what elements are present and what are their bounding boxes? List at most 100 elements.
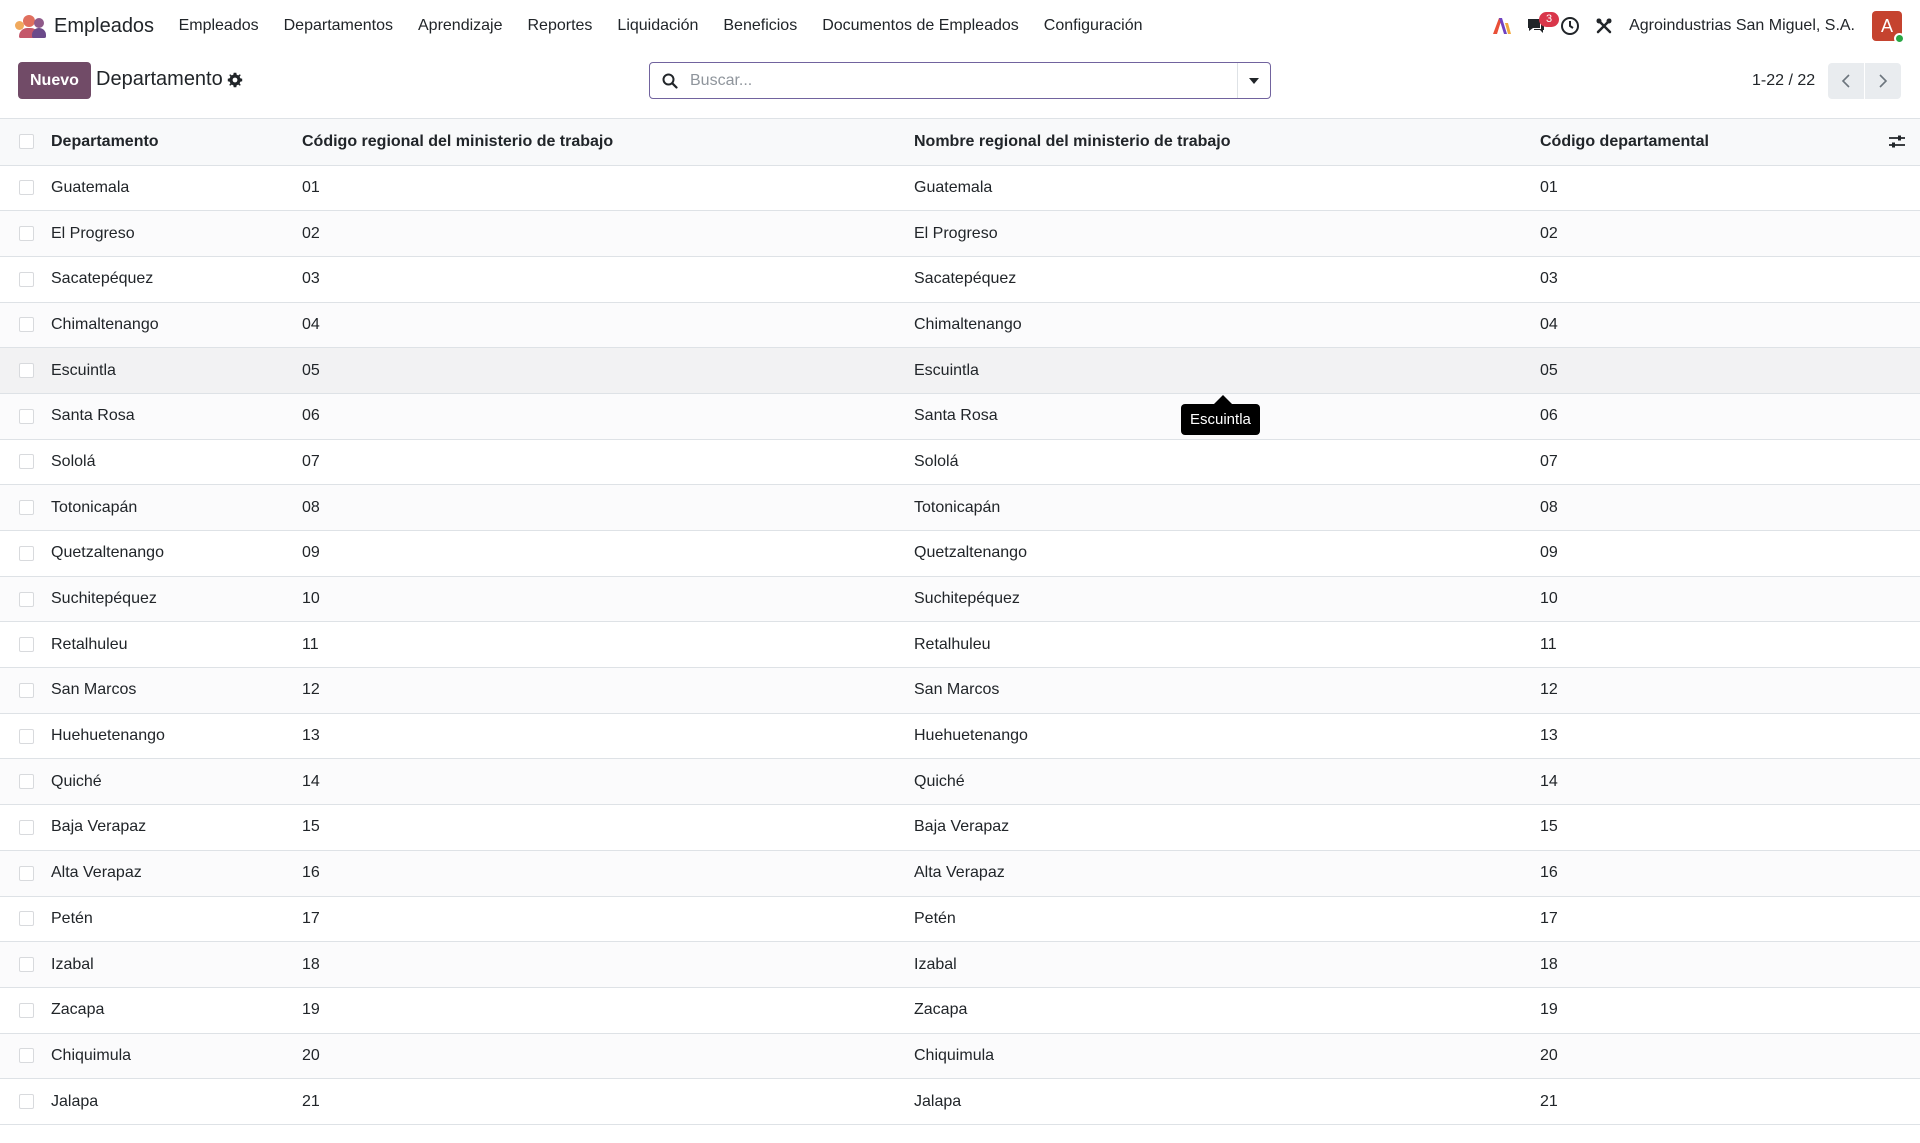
cell-nombre-regional[interactable]: Sololá xyxy=(914,439,1540,486)
table-row[interactable]: Suchitepéquez 10 Suchitepéquez 10 xyxy=(0,576,1920,623)
table-row[interactable]: El Progreso 02 El Progreso 02 xyxy=(0,210,1920,257)
cell-nombre-regional[interactable]: Baja Verapaz xyxy=(914,804,1540,851)
cell-nombre-regional[interactable]: Retalhuleu xyxy=(914,621,1540,669)
column-header-departamento[interactable]: Departamento xyxy=(51,119,302,166)
cell-nombre-regional[interactable]: Totonicapán xyxy=(914,484,1540,531)
cell-codigo-regional[interactable]: 10 xyxy=(302,576,914,623)
cell-departamento[interactable]: Huehuetenango xyxy=(51,713,302,760)
cell-departamento[interactable]: Baja Verapaz xyxy=(51,804,302,851)
cell-codigo-regional[interactable]: 16 xyxy=(302,850,914,897)
cell-codigo-regional[interactable]: 19 xyxy=(302,987,914,1034)
user-avatar[interactable]: A xyxy=(1872,11,1905,44)
cell-nombre-regional[interactable]: Quetzaltenango xyxy=(914,530,1540,577)
table-row[interactable]: Totonicapán 08 Totonicapán 08 xyxy=(0,484,1920,531)
table-row[interactable]: Quetzaltenango 09 Quetzaltenango 09 xyxy=(0,530,1920,577)
menu-item-documentos[interactable]: Documentos de Empleados xyxy=(810,0,1032,52)
cell-nombre-regional[interactable]: Sacatepéquez xyxy=(914,256,1540,303)
table-row[interactable]: Izabal 18 Izabal 18 xyxy=(0,941,1920,988)
cell-departamento[interactable]: Quiché xyxy=(51,758,302,806)
cell-codigo-regional[interactable]: 15 xyxy=(302,804,914,851)
cell-departamento[interactable]: Zacapa xyxy=(51,987,302,1034)
menu-item-reportes[interactable]: Reportes xyxy=(515,0,605,52)
cell-codigo-regional[interactable]: 01 xyxy=(302,165,914,212)
cell-codigo-departamental[interactable]: 15 xyxy=(1540,804,1874,851)
cell-codigo-regional[interactable]: 18 xyxy=(302,941,914,988)
row-checkbox[interactable] xyxy=(19,1094,34,1110)
cell-codigo-departamental[interactable]: 17 xyxy=(1540,896,1874,943)
cell-departamento[interactable]: Chiquimula xyxy=(51,1033,302,1080)
cell-departamento[interactable]: Guatemala xyxy=(51,165,302,212)
cell-nombre-regional[interactable]: Jalapa xyxy=(914,1078,1540,1125)
row-checkbox[interactable] xyxy=(19,682,34,698)
cell-codigo-departamental[interactable]: 06 xyxy=(1540,393,1874,440)
table-row[interactable]: Petén 17 Petén 17 xyxy=(0,896,1920,943)
cell-departamento[interactable]: Santa Rosa xyxy=(51,393,302,440)
row-checkbox[interactable] xyxy=(19,637,34,653)
row-checkbox[interactable] xyxy=(19,774,34,790)
cell-departamento[interactable]: Jalapa xyxy=(51,1078,302,1125)
cell-codigo-regional[interactable]: 08 xyxy=(302,484,914,531)
search-input[interactable] xyxy=(690,63,1237,98)
gear-icon[interactable] xyxy=(227,72,243,88)
cell-codigo-departamental[interactable]: 08 xyxy=(1540,484,1874,531)
row-checkbox[interactable] xyxy=(19,226,34,242)
cell-nombre-regional[interactable]: Chimaltenango xyxy=(914,302,1540,349)
cell-departamento[interactable]: San Marcos xyxy=(51,667,302,714)
row-checkbox[interactable] xyxy=(19,545,34,561)
table-row[interactable]: Baja Verapaz 15 Baja Verapaz 15 xyxy=(0,804,1920,851)
table-row[interactable]: Santa Rosa 06 Santa Rosa 06 xyxy=(0,393,1920,440)
table-row[interactable]: Retalhuleu 11 Retalhuleu 11 xyxy=(0,621,1920,669)
cell-nombre-regional[interactable]: Escuintla xyxy=(914,347,1540,394)
cell-codigo-regional[interactable]: 05 xyxy=(302,347,914,394)
row-checkbox[interactable] xyxy=(19,271,34,287)
cell-codigo-regional[interactable]: 07 xyxy=(302,439,914,486)
pager-value[interactable]: 1-22 / 22 xyxy=(1752,72,1815,90)
menu-item-aprendizaje[interactable]: Aprendizaje xyxy=(406,0,516,52)
table-row[interactable]: Guatemala 01 Guatemala 01 xyxy=(0,165,1920,212)
row-checkbox[interactable] xyxy=(19,317,34,333)
row-checkbox[interactable] xyxy=(19,728,34,744)
cell-codigo-departamental[interactable]: 01 xyxy=(1540,165,1874,212)
cell-codigo-departamental[interactable]: 05 xyxy=(1540,347,1874,394)
messages-icon[interactable]: 3 xyxy=(1519,0,1560,52)
search-options-toggle[interactable] xyxy=(1237,63,1270,98)
cell-codigo-departamental[interactable]: 12 xyxy=(1540,667,1874,714)
row-checkbox[interactable] xyxy=(19,865,34,881)
row-checkbox[interactable] xyxy=(19,500,34,516)
row-checkbox[interactable] xyxy=(19,180,34,196)
cell-codigo-regional[interactable]: 17 xyxy=(302,896,914,943)
cell-codigo-departamental[interactable]: 10 xyxy=(1540,576,1874,623)
pager-previous-button[interactable] xyxy=(1828,63,1864,99)
row-checkbox[interactable] xyxy=(19,911,34,927)
cell-codigo-regional[interactable]: 03 xyxy=(302,256,914,303)
cell-codigo-departamental[interactable]: 11 xyxy=(1540,621,1874,669)
cell-nombre-regional[interactable]: Guatemala xyxy=(914,165,1540,212)
cell-codigo-departamental[interactable]: 19 xyxy=(1540,987,1874,1034)
select-all-checkbox[interactable] xyxy=(19,134,34,150)
cell-codigo-regional[interactable]: 02 xyxy=(302,210,914,257)
cell-codigo-departamental[interactable]: 07 xyxy=(1540,439,1874,486)
table-row[interactable]: Chimaltenango 04 Chimaltenango 04 xyxy=(0,302,1920,349)
cell-codigo-departamental[interactable]: 14 xyxy=(1540,758,1874,806)
cell-codigo-departamental[interactable]: 18 xyxy=(1540,941,1874,988)
pager-next-button[interactable] xyxy=(1865,63,1901,99)
row-checkbox[interactable] xyxy=(19,1002,34,1018)
cell-codigo-regional[interactable]: 20 xyxy=(302,1033,914,1080)
cell-codigo-regional[interactable]: 14 xyxy=(302,758,914,806)
cell-nombre-regional[interactable]: Petén xyxy=(914,896,1540,943)
cell-codigo-departamental[interactable]: 20 xyxy=(1540,1033,1874,1080)
row-checkbox[interactable] xyxy=(19,591,34,607)
cell-codigo-departamental[interactable]: 04 xyxy=(1540,302,1874,349)
row-checkbox[interactable] xyxy=(19,454,34,470)
menu-item-empleados[interactable]: Empleados xyxy=(166,0,271,52)
column-header-codigo-departamental[interactable]: Código departamental xyxy=(1540,119,1874,166)
cell-codigo-departamental[interactable]: 02 xyxy=(1540,210,1874,257)
cell-departamento[interactable]: Alta Verapaz xyxy=(51,850,302,897)
cell-departamento[interactable]: Quetzaltenango xyxy=(51,530,302,577)
cell-codigo-regional[interactable]: 09 xyxy=(302,530,914,577)
column-settings-icon[interactable] xyxy=(1874,134,1920,150)
new-button[interactable]: Nuevo xyxy=(18,62,91,99)
cell-codigo-departamental[interactable]: 21 xyxy=(1540,1078,1874,1125)
table-row[interactable]: Sololá 07 Sololá 07 xyxy=(0,439,1920,486)
table-row[interactable]: Jalapa 21 Jalapa 21 xyxy=(0,1078,1920,1125)
